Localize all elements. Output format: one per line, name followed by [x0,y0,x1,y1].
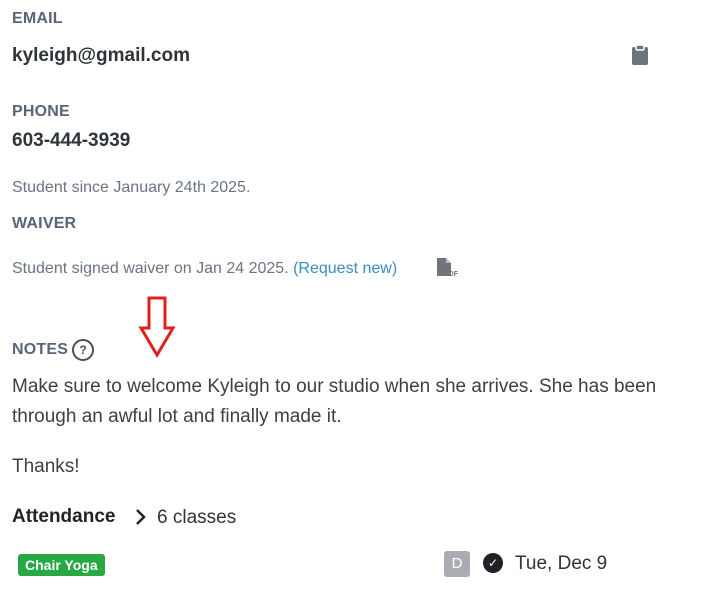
pdf-icon-label: PDF [444,271,458,278]
class-badge[interactable]: Chair Yoga [18,554,105,576]
notes-body: Make sure to welcome Kyleigh to our stud… [12,376,657,427]
clipboard-icon[interactable] [631,44,649,66]
phone-value: 603-444-3939 [12,130,131,151]
waiver-label: WAIVER [12,215,77,232]
chevron-right-icon[interactable] [134,508,148,526]
red-down-arrow-icon [138,296,176,358]
avatar: D [444,551,470,577]
attendance-date: Tue, Dec 9 [515,553,608,574]
help-icon[interactable]: ? [72,339,94,361]
waiver-status: Student signed waiver on Jan 24 2025. (R… [12,260,397,278]
check-icon: ✓ [483,553,503,573]
attendance-label: Attendance [12,506,116,527]
request-new-waiver-link[interactable]: (Request new) [293,260,397,277]
student-since-text: Student since January 24th 2025. [12,179,251,196]
notes-signoff: Thanks! [12,456,80,477]
phone-label: PHONE [12,103,70,120]
attendance-count[interactable]: 6 classes [157,507,236,529]
waiver-text: Student signed waiver on Jan 24 2025. [12,260,289,277]
email-value: kyleigh@gmail.com [12,45,190,66]
email-label: EMAIL [12,10,63,27]
notes-label: NOTES [12,341,69,358]
pdf-icon[interactable]: PDF [436,257,458,281]
